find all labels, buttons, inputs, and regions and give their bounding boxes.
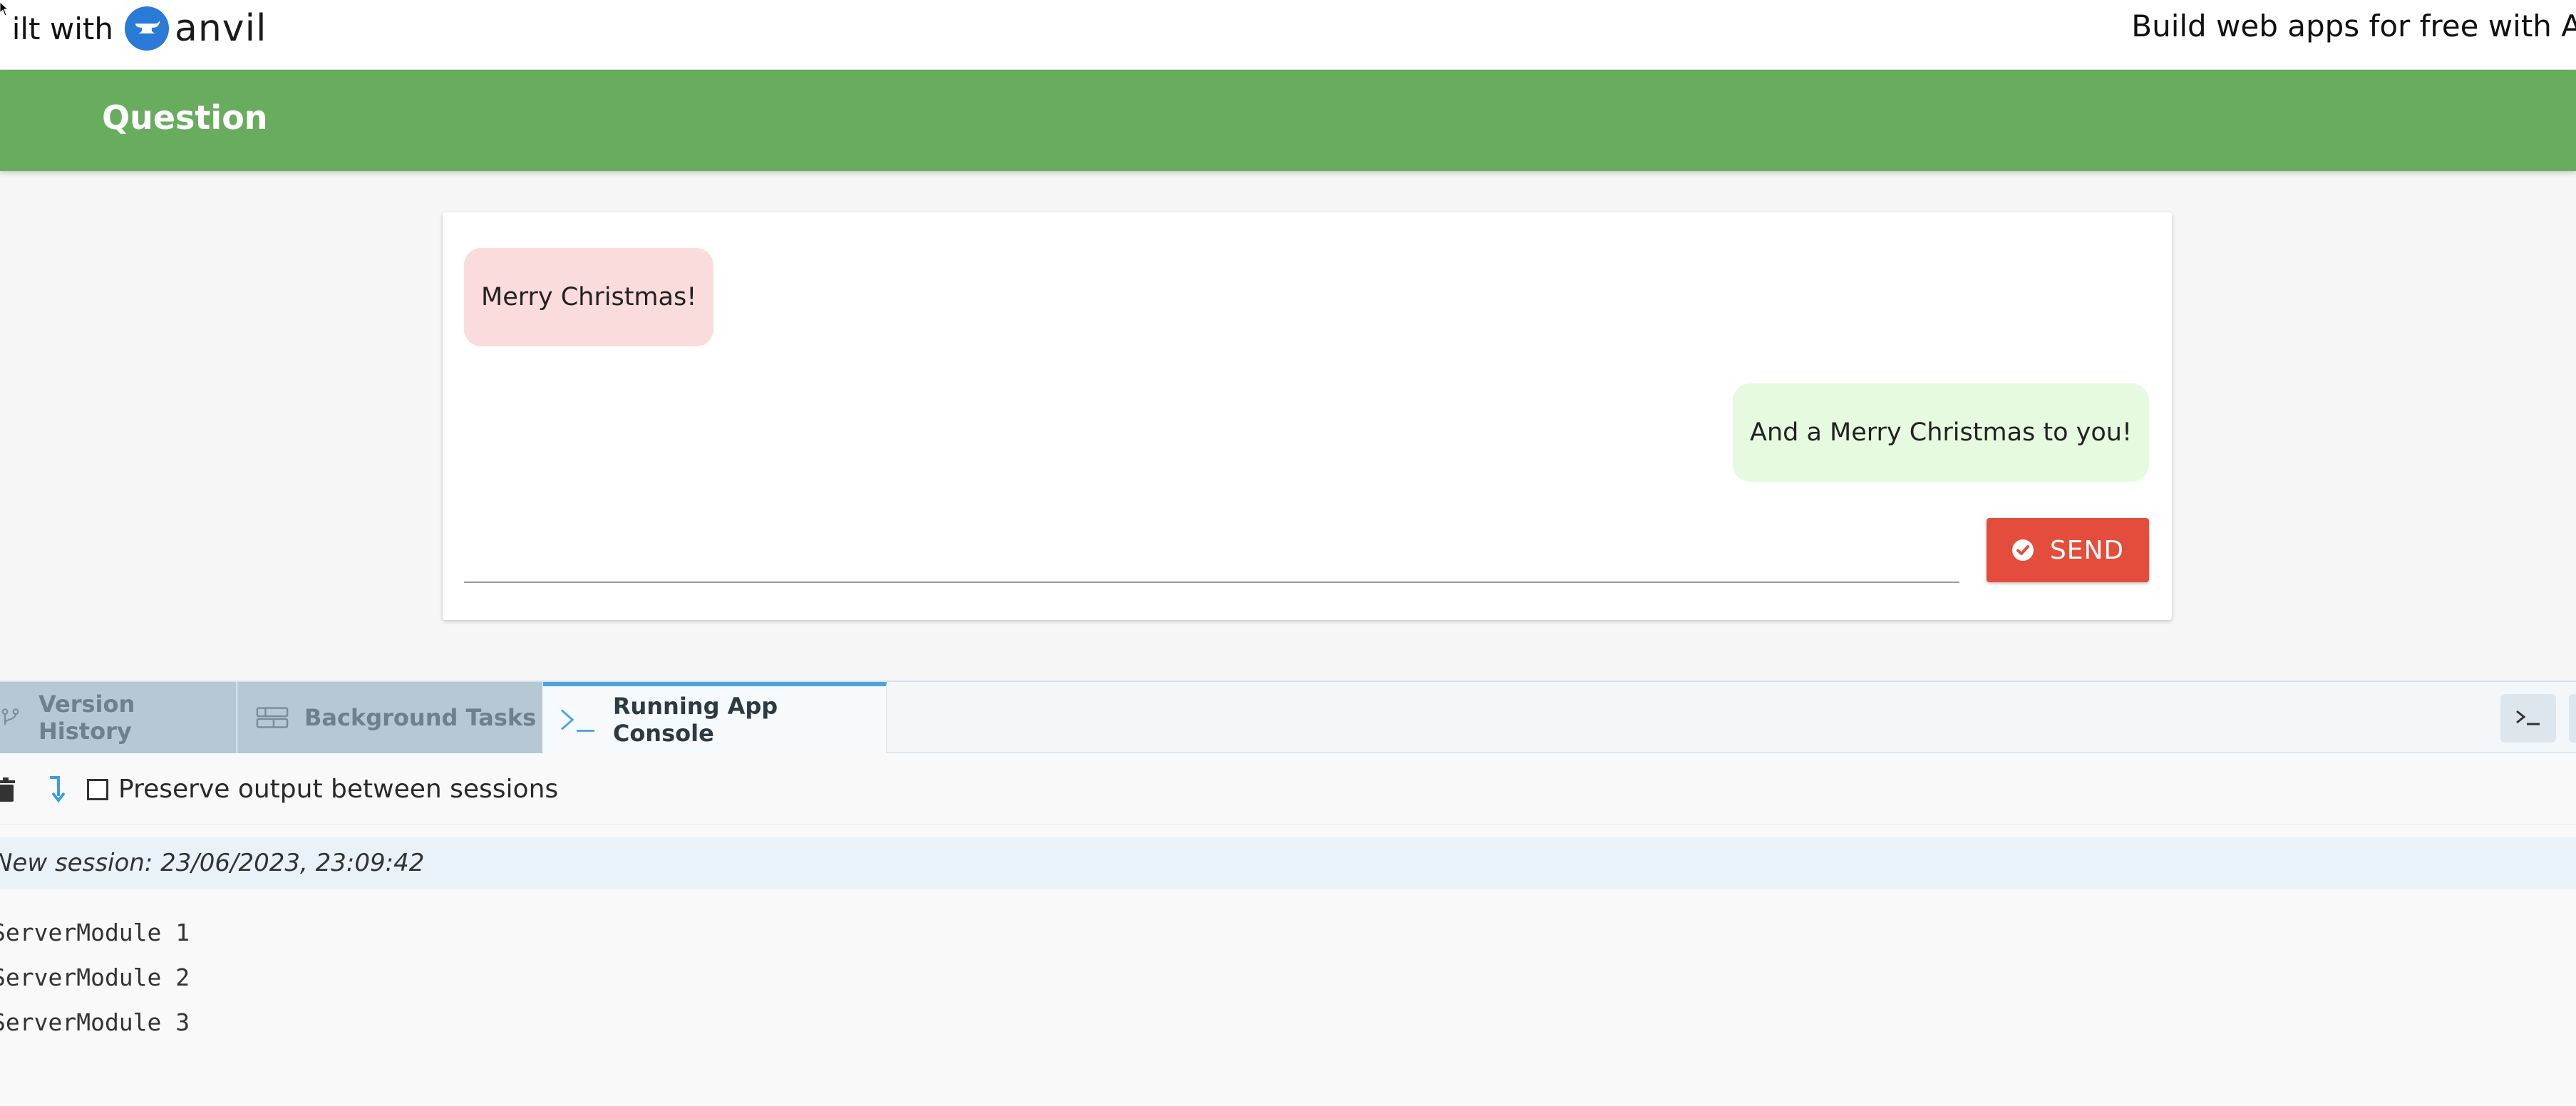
console-toolbar: Preserve output between sessions [0, 753, 2576, 825]
tab-version-history[interactable]: Version History [0, 682, 237, 753]
anvil-wordmark: anvil [174, 7, 267, 50]
app-header: Question [0, 70, 2576, 171]
anvil-logo: anvil [124, 6, 267, 51]
chat-card: Merry Christmas! And a Merry Christmas t… [443, 212, 2172, 620]
tab-background-tasks[interactable]: Background Tasks [237, 682, 542, 753]
send-label: SEND [2049, 535, 2125, 565]
built-with-text: ilt with [0, 11, 113, 46]
tab-version-history-label: Version History [38, 691, 135, 745]
outgoing-message: And a Merry Christmas to you! [1733, 383, 2149, 482]
tab-background-tasks-label: Background Tasks [304, 704, 537, 731]
session-header: New session: 23/06/2023, 23:09:42 [0, 837, 2576, 889]
anvil-anvil-icon [124, 6, 169, 51]
terminal-prompt-icon [2516, 710, 2540, 725]
line-wrap-icon[interactable] [47, 775, 68, 803]
app-title: Question [102, 98, 268, 137]
open-terminal-button[interactable] [2500, 694, 2556, 743]
branch-icon [1, 708, 19, 725]
preserve-output-label: Preserve output between sessions [118, 775, 559, 804]
console-line: ServerModule 2 [0, 963, 190, 991]
console-output: ServerModule 1 ServerModule 2 ServerModu… [0, 910, 190, 1045]
panel-tab-bar: Version History Background Tasks Running… [0, 682, 2576, 753]
check-circle-icon [2011, 539, 2034, 561]
built-with-link[interactable]: ilt with anvil [0, 1, 267, 51]
tab-running-app-console-label: Running App Console [612, 693, 778, 747]
message-input[interactable] [464, 512, 1959, 583]
built-with-bar: ilt with anvil Build web apps for free w… [0, 0, 2576, 70]
incoming-message: Merry Christmas! [464, 248, 714, 346]
ide-bottom-panel: Version History Background Tasks Running… [0, 681, 2576, 1106]
tab-running-app-console[interactable]: Running App Console [543, 682, 887, 753]
preserve-output-checkbox[interactable]: Preserve output between sessions [87, 775, 558, 804]
tasks-icon [256, 707, 289, 728]
cursor-icon [0, 1, 9, 16]
session-header-text: New session: 23/06/2023, 23:09:42 [0, 849, 425, 877]
send-button[interactable]: SEND [1987, 518, 2149, 582]
terminal-icon [560, 709, 594, 732]
trash-icon[interactable] [0, 777, 16, 802]
checkbox-box[interactable] [87, 778, 108, 800]
console-line: ServerModule 3 [0, 1008, 190, 1036]
promo-text[interactable]: Build web apps for free with A [2131, 9, 2576, 43]
console-line: ServerModule 1 [0, 919, 190, 946]
panel-extra-button[interactable] [2569, 694, 2576, 743]
